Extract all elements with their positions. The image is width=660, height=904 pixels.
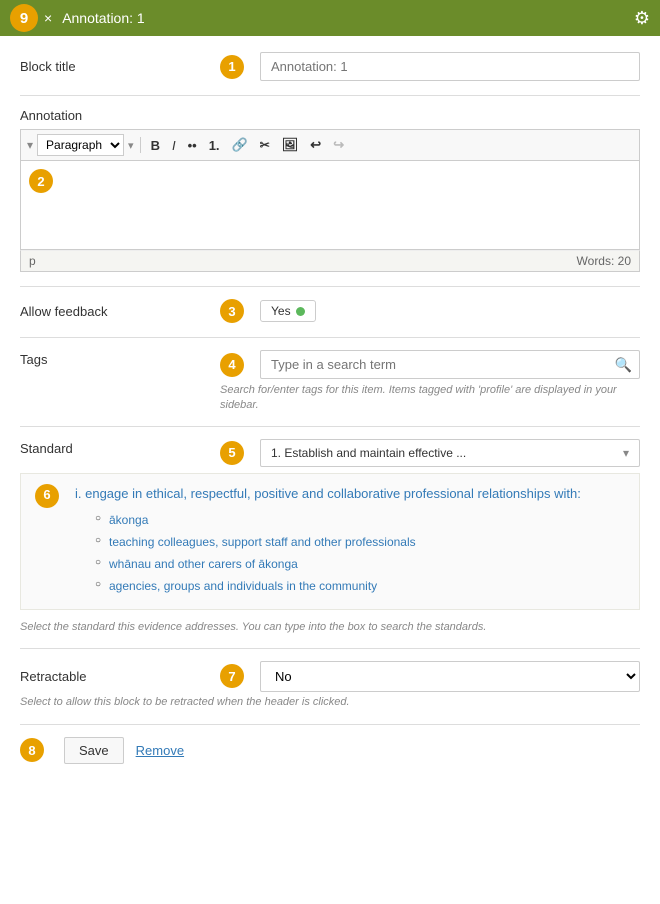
divider-1 [20,95,640,96]
feedback-row: Allow feedback 3 Yes [20,299,640,323]
redo-button[interactable]: ↪ [329,135,348,155]
paragraph-select[interactable]: Paragraph [37,134,124,156]
undo-button[interactable]: ↩ [306,135,325,155]
footer-badge: 8 [20,738,44,762]
list-item: whānau and other carers of ākonga [95,555,581,574]
editor-tag: p [29,254,36,268]
header-title: Annotation: 1 [62,10,634,26]
standard-selected-text: 1. Establish and maintain effective ... [271,446,466,460]
standard-detail-badge: 6 [35,484,59,508]
toolbar-divider-1 [140,137,141,153]
list-item: ākonga [95,511,581,530]
annotation-section: Annotation ▾ Paragraph ▾ B I •• 1. 🔗 ✂ 🖼… [20,108,640,272]
save-button[interactable]: Save [64,737,124,764]
bold-button[interactable]: B [147,136,164,155]
feedback-value[interactable]: Yes [260,300,316,322]
annotation-label: Annotation [20,108,640,123]
paragraph-arrow-icon: ▾ [128,139,134,152]
tags-input[interactable] [260,350,640,379]
header-badge: 9 [10,4,38,32]
annotation-badge: 2 [29,169,53,193]
retractable-badge: 7 [220,664,244,688]
divider-3 [20,337,640,338]
standard-row: Standard 5 1. Establish and maintain eff… [20,439,640,467]
divider-2 [20,286,640,287]
feedback-yes-text: Yes [271,304,291,318]
unlink-button[interactable]: ✂ [256,136,274,154]
standard-hint: Select the standard this evidence addres… [20,620,640,635]
standard-arrow-icon: ▾ [623,446,629,460]
search-icon: 🔍 [615,356,632,373]
list-item: agencies, groups and individuals in the … [95,577,581,596]
standard-detail-intro-text: i. engage in ethical, respectful, positi… [75,486,581,501]
standard-label: Standard [20,439,220,456]
standard-badge: 5 [220,441,244,465]
list-item-text: ākonga [109,513,148,527]
italic-button[interactable]: I [168,136,180,155]
retractable-hint: Select to allow this block to be retract… [20,696,640,708]
unordered-list-button[interactable]: •• [184,136,201,155]
close-button[interactable]: × [44,10,52,26]
image-button[interactable]: 🖼 [278,135,303,155]
divider-4 [20,426,640,427]
standard-detail-intro: i. engage in ethical, respectful, positi… [75,484,581,505]
remove-button[interactable]: Remove [136,743,184,758]
editor-toolbar: ▾ Paragraph ▾ B I •• 1. 🔗 ✂ 🖼 ↩ ↪ [20,129,640,160]
tags-input-wrap: 🔍 [260,350,640,379]
editor-body[interactable]: 2 [20,160,640,250]
gear-icon[interactable]: ⚙ [634,8,650,29]
tags-hint: Search for/enter tags for this item. Ite… [220,383,640,414]
tags-row: Tags 4 🔍 Search for/enter tags for this … [20,350,640,414]
standard-detail: 6 i. engage in ethical, respectful, posi… [20,473,640,611]
feedback-green-dot [296,307,305,316]
retractable-label: Retractable [20,669,220,684]
tags-label: Tags [20,350,220,367]
block-title-badge: 1 [220,55,244,79]
list-item-text: whānau and other carers of ākonga [109,557,298,571]
ordered-list-button[interactable]: 1. [205,136,224,155]
block-title-row: Block title 1 [20,52,640,81]
retractable-row: Retractable 7 No Yes [20,661,640,692]
standard-detail-list: ākonga teaching colleagues, support staf… [75,511,581,597]
standard-dropdown[interactable]: 1. Establish and maintain effective ... … [260,439,640,467]
tags-badge: 4 [220,353,244,377]
block-header: 9 × Annotation: 1 ⚙ [0,0,660,36]
link-button[interactable]: 🔗 [228,135,252,155]
footer-actions: 8 Save Remove [20,737,640,764]
divider-6 [20,724,640,725]
form-content: Block title 1 Annotation ▾ Paragraph ▾ B… [0,36,660,780]
retractable-select[interactable]: No Yes [260,661,640,692]
block-title-input[interactable] [260,52,640,81]
toolbar-chevron-icon[interactable]: ▾ [27,138,33,152]
list-item-text: agencies, groups and individuals in the … [109,579,377,593]
divider-5 [20,648,640,649]
list-item-text: teaching colleagues, support staff and o… [109,535,416,549]
editor-footer: p Words: 20 [20,250,640,272]
editor-word-count: Words: 20 [577,254,631,268]
feedback-badge: 3 [220,299,244,323]
block-title-label: Block title [20,59,220,74]
feedback-label: Allow feedback [20,304,220,319]
list-item: teaching colleagues, support staff and o… [95,533,581,552]
